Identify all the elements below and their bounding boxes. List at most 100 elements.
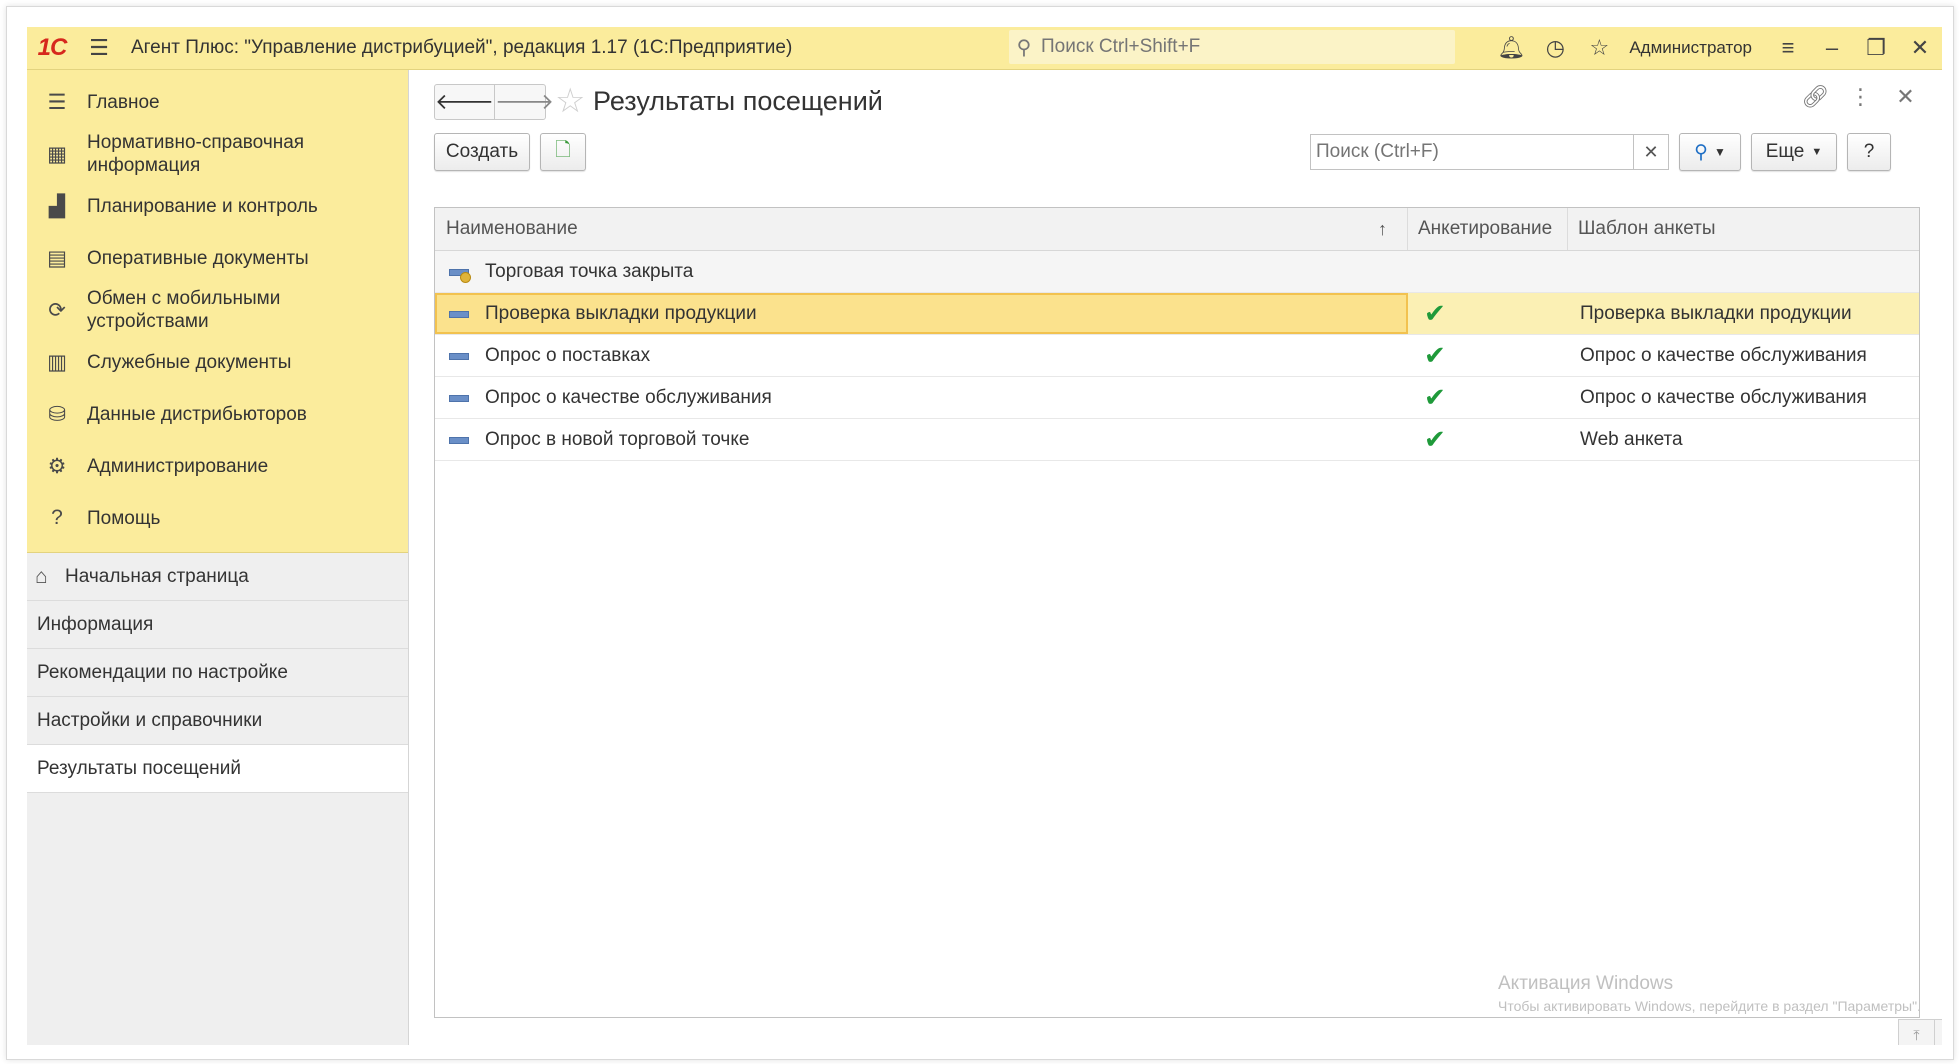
open-window-visit-results[interactable]: Результаты посещений: [27, 745, 408, 793]
item-icon: [447, 305, 473, 323]
close-form-icon[interactable]: ✕: [1883, 84, 1928, 110]
table-row-selected[interactable]: Проверка выкладки продукции ✔ Проверка в…: [435, 293, 1919, 335]
table-row[interactable]: Опрос о поставках ✔ Опрос о качестве обс…: [435, 335, 1919, 377]
cell-text: Торговая точка закрыта: [485, 260, 694, 282]
section-panel: ☰ Главное ▦ Нормативно-справочная информ…: [27, 70, 408, 553]
back-arrow-icon[interactable]: 🡐: [435, 85, 494, 119]
title-bar: 1С ☰ Агент Плюс: "Управление дистрибуцие…: [27, 27, 1942, 70]
settings-menu-icon[interactable]: ≡: [1766, 27, 1810, 69]
column-template[interactable]: Шаблон анкеты: [1568, 208, 1919, 250]
column-label: Наименование: [446, 218, 578, 239]
star-icon[interactable]: ☆: [1577, 27, 1621, 69]
link-icon[interactable]: 🔗︎: [1793, 84, 1838, 110]
list-pager: ⤒ ▲ ▼ ⤓: [1898, 1019, 1942, 1045]
list-search: ✕: [1310, 134, 1669, 170]
open-window-home[interactable]: ⌂ Начальная страница: [27, 553, 408, 601]
watermark-title: Активация Windows: [1498, 973, 1674, 994]
minimize-icon[interactable]: –: [1810, 27, 1854, 69]
item-icon: [447, 389, 473, 407]
create-button[interactable]: Создать: [434, 133, 530, 171]
section-mobile-exchange[interactable]: ⟳ Обмен с мобильными устройствами: [27, 284, 408, 336]
history-icon[interactable]: ◷: [1533, 27, 1577, 69]
app-window: 1С ☰ Агент Плюс: "Управление дистрибуцие…: [27, 27, 1942, 1045]
section-label: Данные дистрибьюторов: [87, 403, 307, 425]
column-label: Анкетирование: [1418, 218, 1553, 239]
favorite-star-icon[interactable]: ☆: [555, 81, 585, 121]
watermark-text: Чтобы активировать Windows, перейдите в …: [1498, 998, 1921, 1014]
scroll-up-icon[interactable]: ▲: [1934, 1019, 1942, 1045]
list-search-input[interactable]: [1311, 140, 1633, 164]
open-window-settings[interactable]: Настройки и справочники: [27, 697, 408, 745]
grid-icon: ▦: [47, 142, 67, 166]
cell-template: Web анкета: [1568, 419, 1919, 460]
section-label: Главное: [87, 91, 160, 113]
section-operational-docs[interactable]: ▤ Оперативные документы: [27, 232, 408, 284]
cell-survey: ✔: [1408, 335, 1568, 376]
cell-survey: [1408, 251, 1568, 292]
table-row[interactable]: Опрос о качестве обслуживания ✔ Опрос о …: [435, 377, 1919, 419]
section-reference[interactable]: ▦ Нормативно-справочная информация: [27, 128, 408, 180]
gear-icon: ⚙: [47, 454, 67, 478]
forward-arrow-icon[interactable]: 🡒: [494, 85, 554, 119]
search-icon: ⚲: [1016, 36, 1032, 59]
main-menu-icon[interactable]: ☰: [77, 27, 121, 69]
create-copy-button[interactable]: 🗋: [540, 133, 586, 171]
section-administration[interactable]: ⚙ Администрирование: [27, 440, 408, 492]
restore-icon[interactable]: ❐: [1854, 27, 1898, 69]
titlebar-actions: 🔔︎ ◷ ☆ Администратор ≡ – ❐ ✕: [1489, 27, 1942, 69]
open-window-label: Начальная страница: [65, 565, 249, 587]
section-label: Помощь: [87, 507, 161, 529]
open-windows-list: ⌂ Начальная страница Информация Рекоменд…: [27, 553, 408, 793]
user-name[interactable]: Администратор: [1629, 38, 1752, 58]
open-window-label: Результаты посещений: [37, 757, 241, 779]
column-survey[interactable]: Анкетирование: [1408, 208, 1568, 250]
table-row[interactable]: Торговая точка закрыта: [435, 251, 1919, 293]
cell-template: [1568, 251, 1919, 292]
scroll-to-top-icon[interactable]: ⤒: [1898, 1019, 1935, 1045]
section-label: Нормативно-справочная информация: [87, 132, 305, 176]
more-button[interactable]: Еще ▼: [1751, 133, 1837, 171]
cell-template: Опрос о качестве обслуживания: [1568, 377, 1919, 418]
service-docs-icon: ▥: [47, 350, 67, 374]
section-label: Обмен с мобильными устройствами: [87, 288, 281, 332]
open-window-info[interactable]: Информация: [27, 601, 408, 649]
section-service-docs[interactable]: ▥ Служебные документы: [27, 336, 408, 388]
section-planning[interactable]: ▟ Планирование и контроль: [27, 180, 408, 232]
open-window-label: Настройки и справочники: [37, 709, 263, 731]
cell-text: Опрос о качестве обслуживания: [485, 386, 772, 408]
open-window-recommendations[interactable]: Рекомендации по настройке: [27, 649, 408, 697]
bell-icon[interactable]: 🔔︎: [1489, 27, 1533, 69]
column-label: Шаблон анкеты: [1578, 218, 1716, 239]
checkmark-icon: ✔: [1424, 340, 1446, 370]
magnifier-icon: ⚲: [1694, 141, 1709, 163]
question-icon: ?: [51, 506, 63, 529]
sidebar: ☰ Главное ▦ Нормативно-справочная информ…: [27, 70, 409, 1045]
cell-survey: ✔: [1408, 377, 1568, 418]
section-label: Служебные документы: [87, 351, 292, 373]
section-distributor-data[interactable]: ⛁ Данные дистрибьюторов: [27, 388, 408, 440]
form-actions: 🔗︎ ⋮ ✕: [1793, 84, 1928, 110]
1c-logo[interactable]: 1С: [27, 27, 77, 69]
search-button[interactable]: ⚲ ▼: [1679, 133, 1741, 171]
global-search-input[interactable]: [1039, 35, 1443, 59]
open-window-label: Информация: [37, 613, 154, 635]
item-icon: [447, 431, 473, 449]
history-nav: 🡐 🡒: [434, 84, 554, 120]
add-document-icon: 🗋: [555, 140, 571, 161]
clear-search-icon[interactable]: ✕: [1633, 135, 1668, 169]
cell-name: Торговая точка закрыта: [435, 251, 1408, 292]
close-icon[interactable]: ✕: [1898, 27, 1942, 69]
main-content: 🡐 🡒 ☆ Результаты посещений 🔗︎ ⋮ ✕ Создат…: [410, 70, 1942, 1045]
item-icon: [447, 347, 473, 365]
chart-icon: ▟: [48, 194, 66, 218]
cell-name: Проверка выкладки продукции: [435, 293, 1408, 334]
section-main[interactable]: ☰ Главное: [27, 76, 408, 128]
help-button[interactable]: ?: [1847, 133, 1891, 171]
global-search[interactable]: ⚲: [1009, 30, 1455, 64]
sync-icon: ⟳: [48, 298, 66, 322]
section-help[interactable]: ? Помощь: [27, 492, 408, 544]
more-vertical-icon[interactable]: ⋮: [1838, 84, 1883, 110]
cell-text: Web анкета: [1580, 428, 1683, 450]
column-name[interactable]: Наименование ↑: [435, 208, 1408, 250]
table-row[interactable]: Опрос в новой торговой точке ✔ Web анкет…: [435, 419, 1919, 461]
